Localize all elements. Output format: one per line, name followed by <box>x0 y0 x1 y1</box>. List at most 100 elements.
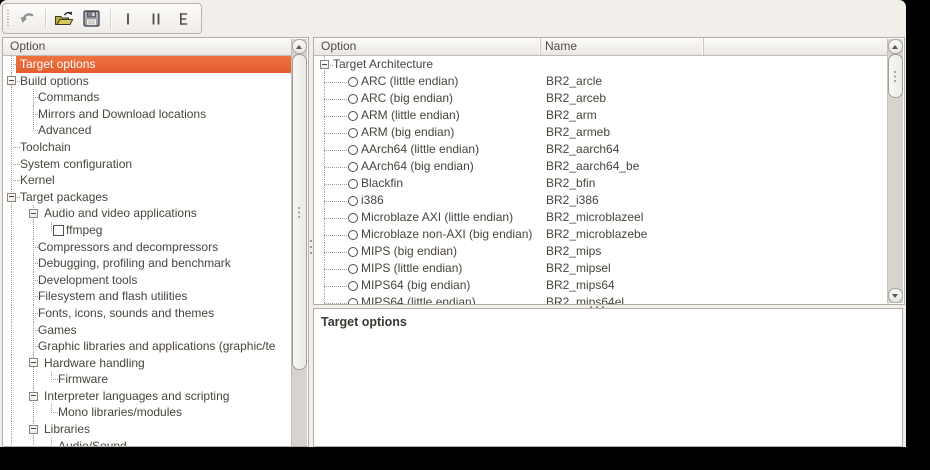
radio-button[interactable] <box>348 111 358 121</box>
radio-button[interactable] <box>348 298 358 305</box>
option-row[interactable]: i386BR2_i386 <box>315 192 887 209</box>
scroll-down-button[interactable] <box>888 288 903 303</box>
column-divider[interactable] <box>540 38 541 55</box>
menu-tree-row[interactable]: Build options <box>4 73 291 90</box>
menu-tree-row[interactable]: Toolchain <box>4 139 291 156</box>
scrollbar-thumb[interactable] <box>292 54 307 370</box>
split-view-button[interactable] <box>143 6 169 32</box>
option-row[interactable]: AArch64 (big endian)BR2_aarch64_be <box>315 158 887 175</box>
row-label: Toolchain <box>20 139 71 156</box>
row-label: MIPS (little endian) <box>361 260 462 277</box>
menu-tree-row[interactable]: System configuration <box>4 156 291 173</box>
radio-button[interactable] <box>348 145 358 155</box>
tree-branch-line <box>324 303 347 304</box>
collapse-expander-icon[interactable] <box>7 76 16 85</box>
config-symbol-name: BR2_i386 <box>546 192 599 209</box>
toolbar-drag-handle[interactable] <box>7 10 9 28</box>
menu-tree-row[interactable]: Filesystem and flash utilities <box>4 288 291 305</box>
scroll-up-button[interactable] <box>888 39 903 54</box>
scrollbar-thumb[interactable] <box>888 54 903 98</box>
option-row[interactable]: AArch64 (little endian)BR2_aarch64 <box>315 141 887 158</box>
option-row[interactable]: Target Architecture <box>315 56 887 73</box>
menu-tree-row[interactable]: Libraries <box>4 421 291 438</box>
radio-button[interactable] <box>348 162 358 172</box>
option-row[interactable]: BlackfinBR2_bfin <box>315 175 887 192</box>
tree-branch-line <box>11 180 20 181</box>
single-view-button[interactable] <box>116 6 142 32</box>
menu-tree-row[interactable]: Development tools <box>4 272 291 289</box>
full-view-button[interactable] <box>171 6 197 32</box>
checkbox[interactable] <box>53 225 64 236</box>
option-row[interactable]: ARC (big endian)BR2_arceb <box>315 90 887 107</box>
collapse-expander-icon[interactable] <box>29 392 38 401</box>
menu-tree-row[interactable]: Commands <box>4 89 291 106</box>
tree-branch-line <box>51 379 58 380</box>
collapse-expander-icon[interactable] <box>320 60 329 69</box>
collapse-expander-icon[interactable] <box>7 193 16 202</box>
config-symbol-name: BR2_aarch64 <box>546 141 619 158</box>
menu-tree-row[interactable]: Graphic libraries and applications (grap… <box>4 338 291 355</box>
radio-button[interactable] <box>348 264 358 274</box>
menu-tree-row[interactable]: Audio/Sound <box>4 438 291 446</box>
scroll-up-button[interactable] <box>292 39 307 54</box>
save-floppy-icon <box>83 10 100 27</box>
radio-button[interactable] <box>348 179 358 189</box>
menu-tree-row[interactable]: Hardware handling <box>4 355 291 372</box>
tree-branch-line <box>324 184 347 185</box>
radio-button[interactable] <box>348 77 358 87</box>
menu-tree-row[interactable]: Kernel <box>4 172 291 189</box>
menu-tree-row[interactable]: Advanced <box>4 122 291 139</box>
row-label: Commands <box>38 89 99 106</box>
tree-branch-line <box>11 388 12 405</box>
menu-tree-row[interactable]: Mono libraries/modules <box>4 404 291 421</box>
menu-tree-row[interactable]: Target options <box>4 56 291 73</box>
option-row[interactable]: Microblaze AXI (little endian)BR2_microb… <box>315 209 887 226</box>
radio-button[interactable] <box>348 230 358 240</box>
option-row[interactable]: ARC (little endian)BR2_arcle <box>315 73 887 90</box>
tree-branch-line <box>11 288 12 305</box>
menu-tree-row[interactable]: Target packages <box>4 189 291 206</box>
radio-button[interactable] <box>348 196 358 206</box>
menu-tree-row[interactable]: Firmware <box>4 371 291 388</box>
menu-tree-row[interactable]: Compressors and decompressors <box>4 239 291 256</box>
collapse-expander-icon[interactable] <box>29 209 38 218</box>
radio-button[interactable] <box>348 128 358 138</box>
tree-branch-line <box>324 99 347 100</box>
undo-button[interactable] <box>14 6 40 32</box>
row-label: Filesystem and flash utilities <box>38 288 187 305</box>
option-row[interactable]: ARM (big endian)BR2_armeb <box>315 124 887 141</box>
open-button[interactable] <box>51 6 77 32</box>
config-symbol-name: BR2_arceb <box>546 90 606 107</box>
column-divider[interactable] <box>703 38 704 55</box>
row-label: Fonts, icons, sounds and themes <box>38 305 214 322</box>
menu-tree-row[interactable]: Fonts, icons, sounds and themes <box>4 305 291 322</box>
radio-button[interactable] <box>348 94 358 104</box>
left-vertical-scrollbar[interactable] <box>291 39 307 446</box>
option-row[interactable]: MIPS64 (little endian)BR2_mips64el <box>315 294 887 304</box>
row-label: Audio/Sound <box>58 438 127 446</box>
menu-tree-row[interactable]: Mirrors and Download locations <box>4 106 291 123</box>
menu-tree-row[interactable]: ffmpeg <box>4 222 291 239</box>
row-label: Microblaze non-AXI (big endian) <box>361 226 532 243</box>
collapse-expander-icon[interactable] <box>29 425 38 434</box>
radio-button[interactable] <box>348 247 358 257</box>
option-row[interactable]: MIPS (big endian)BR2_mips <box>315 243 887 260</box>
tree-branch-line <box>11 122 12 139</box>
save-button[interactable] <box>79 6 105 32</box>
tree-branch-line <box>324 235 347 236</box>
option-row[interactable]: ARM (little endian)BR2_arm <box>315 107 887 124</box>
right-vertical-scrollbar[interactable] <box>887 39 903 303</box>
tree-branch-line <box>11 106 12 123</box>
menu-tree-row[interactable]: Interpreter languages and scripting <box>4 388 291 405</box>
option-row[interactable]: Microblaze non-AXI (big endian)BR2_micro… <box>315 226 887 243</box>
option-row[interactable]: MIPS (little endian)BR2_mipsel <box>315 260 887 277</box>
options-table-panel: Option Name Target ArchitectureARC (litt… <box>313 37 905 305</box>
menu-tree-row[interactable]: Debugging, profiling and benchmark <box>4 255 291 272</box>
radio-button[interactable] <box>348 281 358 291</box>
menu-tree-row[interactable]: Games <box>4 322 291 339</box>
radio-button[interactable] <box>348 213 358 223</box>
menu-tree-row[interactable]: Audio and video applications <box>4 205 291 222</box>
option-row[interactable]: MIPS64 (big endian)BR2_mips64 <box>315 277 887 294</box>
collapse-expander-icon[interactable] <box>29 358 38 367</box>
row-label: ARM (big endian) <box>361 124 454 141</box>
